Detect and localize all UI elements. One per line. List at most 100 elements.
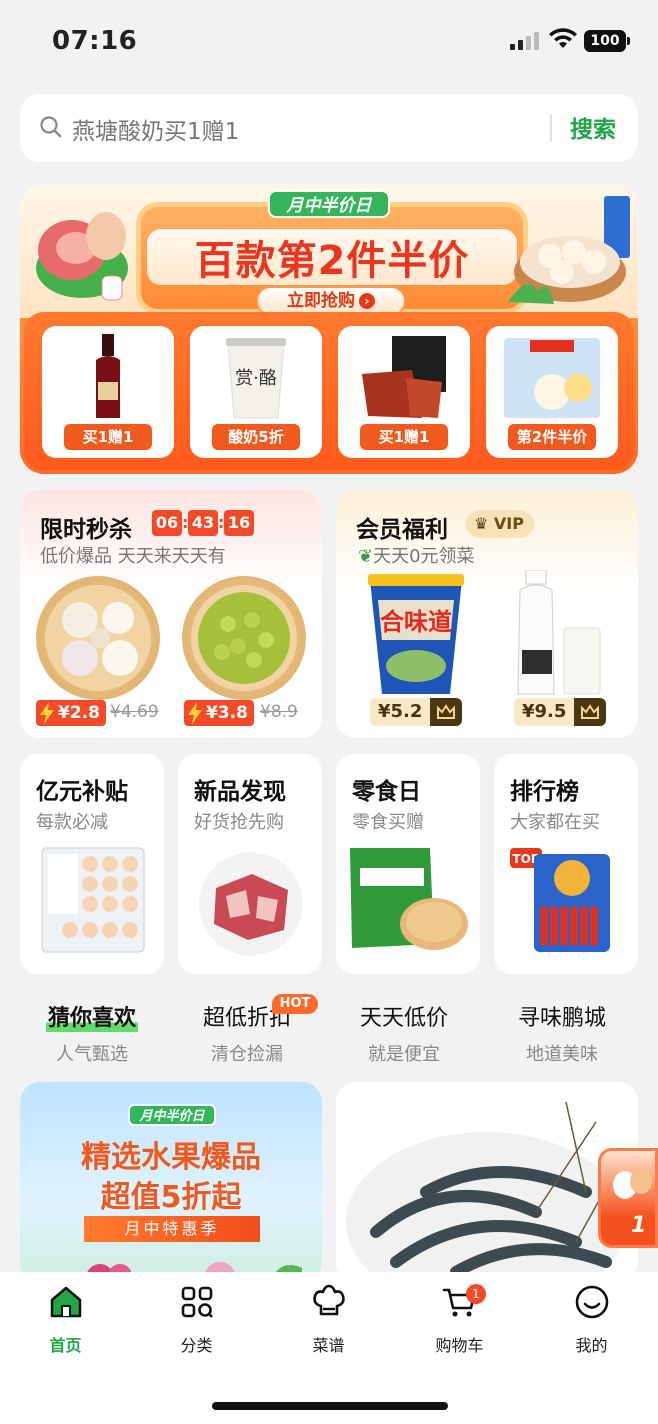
chef-hat-icon <box>312 1284 345 1316</box>
flash-old-price-2: ¥8.9 <box>260 702 298 722</box>
search-input[interactable]: 燕塘酸奶买1赠1 <box>72 112 239 146</box>
flash-sale-subtitle: 低价爆品 天天来天天有 <box>40 546 226 567</box>
edamame-product-image[interactable] <box>182 576 306 700</box>
vip-title: 会员福利 <box>356 517 448 543</box>
nav-label: 首页 <box>49 1336 82 1355</box>
entry-card-subsidy[interactable]: 亿元补贴 每款必减 <box>20 754 164 974</box>
tab-local-flavor[interactable]: 寻味鹏城 地道美味 <box>482 1000 642 1066</box>
fruit-promo-title: 精选水果爆品 <box>81 1140 261 1175</box>
wine-bottle-icon <box>96 334 120 418</box>
milk-bottle-icon[interactable] <box>512 570 608 696</box>
shrimp-plate-icon <box>346 1101 627 1282</box>
nav-home[interactable]: 首页 <box>0 1284 131 1356</box>
entry-title: 亿元补贴 <box>36 779 128 805</box>
tab-recommended[interactable]: 猜你喜欢 人气甄选 <box>12 1000 172 1066</box>
entry-subtitle: 零食买赠 <box>352 812 424 833</box>
vip-price-2: ¥9.5 <box>514 698 607 726</box>
nav-label: 分类 <box>180 1336 213 1355</box>
hot-badge: HOT <box>272 994 318 1014</box>
garlic-product-image[interactable] <box>36 576 160 700</box>
meat-produce-illustration <box>36 212 128 301</box>
flash-sale-card[interactable]: 限时秒杀 06:43:16 低价爆品 天天来天天有 ¥2.8 ¥4.69 ¥3.… <box>20 490 322 738</box>
tab-low-price[interactable]: 天天低价 就是便宜 <box>324 1000 484 1066</box>
lightning-icon <box>188 702 202 724</box>
arrow-right-icon: › <box>359 293 375 309</box>
fruit-promo-card[interactable]: 月中半价日 精选水果爆品 超值5折起 月中特惠季 <box>20 1082 322 1282</box>
vip-subtitle: ❦天天0元领菜 <box>358 546 475 567</box>
cart-count-badge: 1 <box>466 1284 486 1304</box>
home-icon <box>50 1286 81 1318</box>
deal-label: 买1赠1 <box>360 424 448 450</box>
fruit-promo-subtitle: 超值5折起 <box>100 1180 242 1215</box>
entry-card-snacks[interactable]: 零食日 零食买赠 <box>336 754 480 974</box>
deal-card-jerky[interactable]: 买1赠1 <box>338 326 470 458</box>
search-icon <box>40 116 62 138</box>
pork-ribs-icon <box>199 852 303 956</box>
vegetable-icon: ❦ <box>358 546 374 567</box>
crown-icon <box>430 698 463 726</box>
nav-label: 我的 <box>575 1336 608 1355</box>
nav-profile[interactable]: 我的 <box>526 1284 657 1356</box>
floating-ad-price: 1元 <box>631 1213 653 1245</box>
deal-card-yogurt[interactable]: 赏·酪 酸奶5折 <box>190 326 322 458</box>
floating-ad-button[interactable]: 1元 <box>598 1148 658 1248</box>
tab-title: 天天低价 <box>359 1006 448 1031</box>
deal-label: 酸奶5折 <box>212 424 300 450</box>
shrimp-product-card[interactable] <box>336 1082 638 1282</box>
entry-title: 新品发现 <box>194 779 286 805</box>
nav-recipes[interactable]: 菜谱 <box>263 1284 394 1356</box>
entry-card-ranking[interactable]: 排行榜 大家都在买 TOP <box>494 754 638 974</box>
battery-indicator: 100 <box>584 30 630 52</box>
search-bar[interactable]: 燕塘酸奶买1赠1 搜索 <box>20 94 638 162</box>
status-time: 07:16 <box>52 26 138 56</box>
promo-banner[interactable]: 月中半价日 百款第2件半价 立即抢购 › 买1赠1 赏·酪 酸奶5折 买1赠1 第… <box>20 184 638 474</box>
vip-benefits-card[interactable]: 会员福利 ♛ VIP ❦天天0元领菜 合味道 ¥5.2 ¥9.5 <box>336 490 638 738</box>
entry-title: 排行榜 <box>510 779 579 805</box>
custard-buns-icon <box>504 338 600 418</box>
eggs-tray-icon <box>41 847 145 953</box>
half-price-day-tag: 月中半价日 <box>268 190 390 218</box>
deal-card-buns[interactable]: 第2件半价 <box>486 326 618 458</box>
crown-icon <box>574 698 607 726</box>
tab-title: 寻味鹏城 <box>517 1006 606 1031</box>
yogurt-cup-icon: 赏·酪 <box>226 338 286 419</box>
tab-subtitle: 人气甄选 <box>56 1044 128 1065</box>
entry-card-new[interactable]: 新品发现 好货抢先购 <box>178 754 322 974</box>
tab-subtitle: 就是便宜 <box>368 1044 440 1065</box>
flash-old-price-1: ¥4.69 <box>110 702 159 722</box>
category-icon <box>181 1286 213 1318</box>
eggs-icon <box>613 1168 652 1199</box>
jerky-icon <box>362 336 446 418</box>
banner-title: 百款第2件半价 <box>194 238 470 284</box>
entry-title: 零食日 <box>352 779 421 805</box>
svg-text:赏·酪: 赏·酪 <box>235 368 277 389</box>
deal-card-wine[interactable]: 买1赠1 <box>42 326 174 458</box>
nav-label: 购物车 <box>435 1336 484 1355</box>
half-price-day-tag: 月中半价日 <box>128 1104 216 1126</box>
cellular-signal-icon <box>510 32 540 50</box>
home-indicator <box>212 1402 448 1410</box>
flash-price-2: ¥3.8 <box>184 700 254 726</box>
flash-sale-title: 限时秒杀 <box>40 517 132 543</box>
nav-cart[interactable]: 1 购物车 <box>394 1284 525 1356</box>
cup-noodles-icon[interactable]: 合味道 <box>362 570 470 696</box>
search-button[interactable]: 搜索 <box>570 110 616 144</box>
countdown-timer: 06:43:16 <box>152 510 254 536</box>
crown-icon: ♛ <box>474 514 489 533</box>
vip-badge: ♛ VIP <box>466 510 534 538</box>
entry-subtitle: 每款必减 <box>36 812 108 833</box>
wifi-icon <box>549 28 577 48</box>
deal-label: 第2件半价 <box>508 424 596 450</box>
tab-subtitle: 清仓捡漏 <box>211 1044 283 1065</box>
edamame-icon <box>198 592 290 684</box>
dumplings-milk-illustration <box>508 196 630 304</box>
smile-icon <box>575 1285 608 1319</box>
entry-subtitle: 大家都在买 <box>510 812 600 833</box>
tab-subtitle: 地道美味 <box>526 1044 598 1065</box>
svg-text:合味道: 合味道 <box>380 608 452 636</box>
tab-title: 猜你喜欢 <box>45 1000 138 1032</box>
nav-category[interactable]: 分类 <box>131 1284 262 1356</box>
snack-bag-icon <box>350 848 468 950</box>
garlic-icon <box>62 602 138 676</box>
deal-label: 买1赠1 <box>64 424 152 450</box>
